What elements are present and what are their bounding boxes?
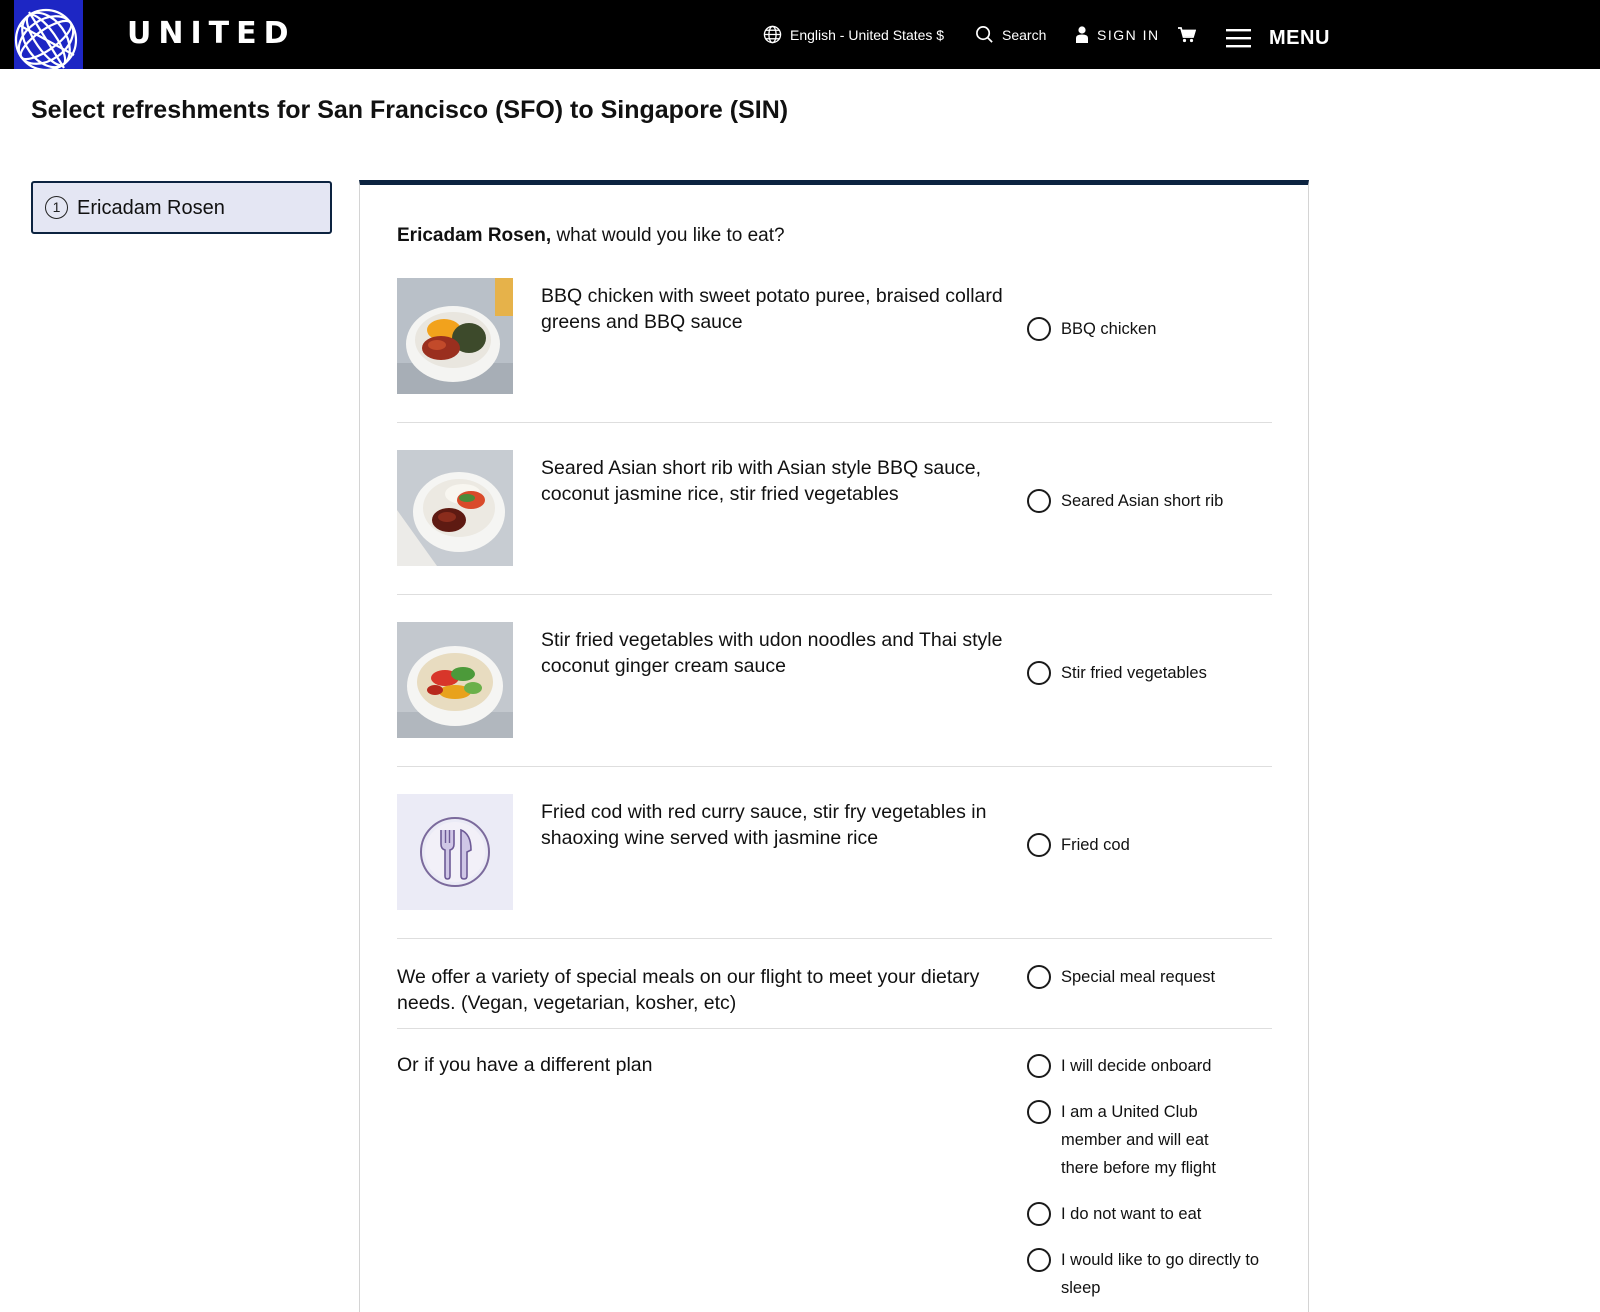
search-label: Search xyxy=(1002,26,1047,43)
search-link[interactable]: Search xyxy=(975,0,1046,69)
other-plan-label: I am a United Club member and will eat t… xyxy=(1061,1103,1216,1177)
meal-question: Ericadam Rosen, what would you like to e… xyxy=(397,223,785,249)
radio-button[interactable] xyxy=(1027,1202,1051,1226)
meal-option-label: Fried cod xyxy=(1061,836,1130,854)
special-meal-text: We offer a variety of special meals on o… xyxy=(397,966,980,1014)
meal-radio-option[interactable]: BBQ chicken xyxy=(1027,317,1156,343)
radio-button[interactable] xyxy=(1027,489,1051,513)
globe-icon xyxy=(763,25,782,44)
cart-icon xyxy=(1178,26,1196,43)
question-text: what would you like to eat? xyxy=(551,225,785,246)
other-plan-radio-option[interactable]: I would like to go directly to sleep xyxy=(1027,1248,1267,1302)
united-globe-logo[interactable] xyxy=(14,0,83,69)
radio-button[interactable] xyxy=(1027,1054,1051,1078)
language-selector[interactable]: English - United States $ xyxy=(763,0,944,69)
stir-fry-dish-image xyxy=(397,622,513,738)
other-plan-label: I do not want to eat xyxy=(1061,1205,1202,1223)
meal-option-row: Fried cod with red curry sauce, stir fry… xyxy=(397,794,1272,910)
bbq-chicken-dish-image xyxy=(397,278,513,394)
meal-option-row: BBQ chicken with sweet potato puree, bra… xyxy=(397,278,1272,394)
other-plan-radio-option[interactable]: I will decide onboard xyxy=(1027,1054,1257,1080)
sign-in-label: SIGN IN xyxy=(1097,26,1160,43)
fork-knife-icon xyxy=(420,817,490,887)
radio-button[interactable] xyxy=(1027,661,1051,685)
meal-option-label: Stir fried vegetables xyxy=(1061,664,1207,682)
top-navigation-bar: UNITED English - United States $ Search … xyxy=(0,0,1600,69)
sign-in-link[interactable]: SIGN IN xyxy=(1075,0,1160,69)
cart-button[interactable] xyxy=(1178,0,1196,69)
radio-button[interactable] xyxy=(1027,833,1051,857)
special-meal-radio-option[interactable]: Special meal request xyxy=(1027,965,1215,991)
short-rib-dish-image xyxy=(397,450,513,566)
radio-button[interactable] xyxy=(1027,965,1051,989)
search-icon xyxy=(975,25,994,44)
divider xyxy=(397,422,1272,423)
meal-radio-option[interactable]: Fried cod xyxy=(1027,833,1130,859)
divider xyxy=(397,766,1272,767)
person-icon xyxy=(1075,26,1089,43)
radio-button[interactable] xyxy=(1027,317,1051,341)
other-plan-text: Or if you have a different plan xyxy=(397,1054,653,1076)
meal-radio-option[interactable]: Stir fried vegetables xyxy=(1027,661,1207,687)
meal-option-row: Stir fried vegetables with udon noodles … xyxy=(397,622,1272,738)
radio-button[interactable] xyxy=(1027,1248,1051,1272)
meal-description: Stir fried vegetables with udon noodles … xyxy=(541,629,1003,677)
menu-button[interactable]: MENU xyxy=(1226,0,1330,69)
language-label: English - United States $ xyxy=(790,26,945,43)
meal-description: Seared Asian short rib with Asian style … xyxy=(541,457,982,505)
meal-radio-option[interactable]: Seared Asian short rib xyxy=(1027,489,1223,515)
other-plan-label: I will decide onboard xyxy=(1061,1057,1212,1075)
meal-selection-panel: Ericadam Rosen, what would you like to e… xyxy=(359,180,1309,1312)
divider xyxy=(397,938,1272,939)
meal-option-label: Seared Asian short rib xyxy=(1061,492,1224,510)
divider xyxy=(397,594,1272,595)
divider xyxy=(397,1028,1272,1029)
page-title: Select refreshments for San Francisco (S… xyxy=(31,96,789,124)
special-meal-label: Special meal request xyxy=(1061,968,1216,986)
other-plan-radio-option[interactable]: I do not want to eat xyxy=(1027,1202,1257,1228)
other-plan-label: I would like to go directly to sleep xyxy=(1061,1251,1260,1297)
radio-button[interactable] xyxy=(1027,1100,1051,1124)
passenger-tab[interactable]: 1 Ericadam Rosen xyxy=(31,181,332,234)
united-wordmark[interactable]: UNITED xyxy=(127,16,296,52)
menu-label: MENU xyxy=(1269,26,1330,49)
fork-knife-placeholder-image xyxy=(397,794,513,910)
hamburger-icon xyxy=(1226,28,1251,48)
passenger-name: Ericadam Rosen xyxy=(77,196,225,219)
question-passenger-name: Ericadam Rosen, xyxy=(397,225,552,246)
other-plan-radio-option[interactable]: I am a United Club member and will eat t… xyxy=(1027,1100,1242,1182)
meal-description: Fried cod with red curry sauce, stir fry… xyxy=(541,801,987,849)
meal-description: BBQ chicken with sweet potato puree, bra… xyxy=(541,285,1003,333)
meal-option-row: Seared Asian short rib with Asian style … xyxy=(397,450,1272,566)
passenger-number-badge: 1 xyxy=(45,196,68,219)
meal-option-label: BBQ chicken xyxy=(1061,320,1157,338)
